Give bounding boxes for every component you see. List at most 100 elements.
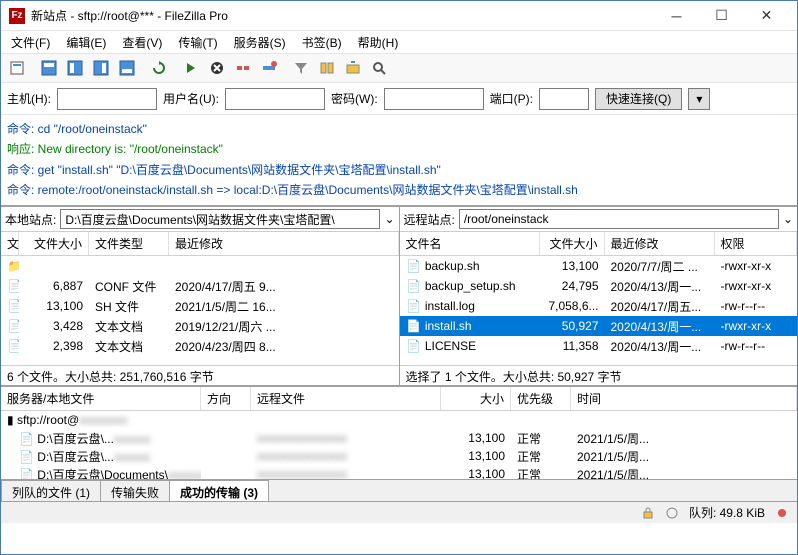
menu-server[interactable]: 服务器(S) xyxy=(228,32,292,53)
list-item[interactable]: 📄 LICENSE11,3582020/4/13/周一...-rw-r--r-- xyxy=(400,336,798,356)
local-site-label: 本地站点: xyxy=(5,211,56,228)
tab-queued[interactable]: 列队的文件 (1) xyxy=(1,480,101,501)
queue-row[interactable]: 📄 D:\百度云盘\...xxxxxxxxxxxxxxxxxxxxx13,100… xyxy=(1,447,797,465)
file-icon: 📄 xyxy=(7,279,19,293)
col-time[interactable]: 时间 xyxy=(571,387,797,410)
file-icon: 📄 xyxy=(406,319,422,333)
remote-file-list[interactable]: 文件名 文件大小 最近修改 权限 📄 backup.sh13,1002020/7… xyxy=(400,231,798,365)
refresh-icon[interactable] xyxy=(147,56,171,80)
toolbar xyxy=(1,53,797,83)
log-line: 命令: get "install.sh" "D:\百度云盘\Documents\… xyxy=(7,160,791,180)
file-icon: 📄 xyxy=(406,259,422,273)
file-icon: 📄 xyxy=(7,339,19,353)
log-line: 命令: remote:/root/oneinstack/install.sh =… xyxy=(7,180,791,200)
site-manager-icon[interactable] xyxy=(5,56,29,80)
file-icon: 📄 xyxy=(406,299,422,313)
host-label: 主机(H): xyxy=(7,90,51,107)
file-icon: 📄 xyxy=(406,279,422,293)
col-name[interactable]: 文 xyxy=(1,232,19,255)
file-icon: 📄 xyxy=(406,339,422,353)
filter-icon[interactable] xyxy=(289,56,313,80)
search-icon[interactable] xyxy=(367,56,391,80)
remote-site-label: 远程站点: xyxy=(404,211,455,228)
queue-server-row[interactable]: ▮ sftp://root@xxxxxxxx xyxy=(1,411,797,429)
list-item[interactable]: 📄 backup.sh13,1002020/7/7/周二 ...-rwxr-xr… xyxy=(400,256,798,276)
message-log[interactable]: 命令: cd "/root/oneinstack"响应: New directo… xyxy=(1,115,797,207)
window-title: 新站点 - sftp://root@*** - FileZilla Pro xyxy=(31,7,654,24)
toggle-queue-icon[interactable] xyxy=(115,56,139,80)
transfer-queue: 服务器/本地文件 方向 远程文件 大小 优先级 时间 ▮ sftp://root… xyxy=(1,385,797,479)
col-size[interactable]: 文件大小 xyxy=(540,232,605,255)
col-remote[interactable]: 远程文件 xyxy=(251,387,441,410)
port-label: 端口(P): xyxy=(490,90,533,107)
log-line: 响应: New directory is: "/root/oneinstack" xyxy=(7,139,791,159)
list-item[interactable]: 📄 install.log7,058,6...2020/4/17/周五...-r… xyxy=(400,296,798,316)
tab-failed[interactable]: 传输失败 xyxy=(100,480,170,501)
maximize-button[interactable]: ☐ xyxy=(699,2,744,30)
file-icon: 📁 xyxy=(7,259,19,273)
cancel-icon[interactable] xyxy=(205,56,229,80)
dropdown-icon[interactable]: ⌄ xyxy=(783,212,793,226)
col-priority[interactable]: 优先级 xyxy=(511,387,571,410)
queue-row[interactable]: 📄 D:\百度云盘\...xxxxxxxxxxxxxxxxxxxxx13,100… xyxy=(1,429,797,447)
remote-path-input[interactable] xyxy=(459,209,779,229)
col-name[interactable]: 文件名 xyxy=(400,232,540,255)
titlebar: Fz 新站点 - sftp://root@*** - FileZilla Pro… xyxy=(1,1,797,31)
menu-help[interactable]: 帮助(H) xyxy=(352,32,405,53)
remote-pane: 远程站点: ⌄ 文件名 文件大小 最近修改 权限 📄 backup.sh13,1… xyxy=(400,207,798,385)
compare-icon[interactable] xyxy=(315,56,339,80)
toggle-log-icon[interactable] xyxy=(37,56,61,80)
list-item[interactable]: 📄 backup_setup.sh24,7952020/4/13/周一...-r… xyxy=(400,276,798,296)
lock-icon xyxy=(641,506,655,520)
list-item[interactable]: 📄6,887CONF 文件2020/4/17/周五 9... xyxy=(1,276,399,296)
host-input[interactable] xyxy=(57,88,157,110)
statusbar: 队列: 49.8 KiB xyxy=(1,501,797,523)
log-line: 命令: cd "/root/oneinstack" xyxy=(7,119,791,139)
list-item[interactable]: 📄2,398文本文档2020/4/23/周四 8... xyxy=(1,336,399,356)
col-modified[interactable]: 最近修改 xyxy=(169,232,399,255)
col-size[interactable]: 文件大小 xyxy=(19,232,89,255)
col-perm[interactable]: 权限 xyxy=(715,232,798,255)
menu-transfer[interactable]: 传输(T) xyxy=(172,32,223,53)
local-file-list[interactable]: 文 文件大小 文件类型 最近修改 📁 📄6,887CONF 文件2020/4/17… xyxy=(1,231,399,365)
queue-tabs: 列队的文件 (1) 传输失败 成功的传输 (3) xyxy=(1,479,797,501)
quickconnect-button[interactable]: 快速连接(Q) xyxy=(595,88,682,110)
tab-success[interactable]: 成功的传输 (3) xyxy=(169,480,269,501)
col-local[interactable]: 服务器/本地文件 xyxy=(1,387,201,410)
process-queue-icon[interactable] xyxy=(179,56,203,80)
file-icon: 📄 xyxy=(7,299,19,313)
close-button[interactable]: ✕ xyxy=(744,2,789,30)
menu-view[interactable]: 查看(V) xyxy=(116,32,168,53)
col-modified[interactable]: 最近修改 xyxy=(605,232,715,255)
pass-input[interactable] xyxy=(384,88,484,110)
user-input[interactable] xyxy=(225,88,325,110)
list-item[interactable]: 📄3,428文本文档2019/12/21/周六 ... xyxy=(1,316,399,336)
remote-status: 选择了 1 个文件。大小总共: 50,927 字节 xyxy=(400,365,798,385)
app-icon: Fz xyxy=(9,8,25,24)
local-status: 6 个文件。大小总共: 251,760,516 字节 xyxy=(1,365,399,385)
col-dir[interactable]: 方向 xyxy=(201,387,251,410)
dropdown-icon[interactable]: ⌄ xyxy=(384,212,394,226)
port-input[interactable] xyxy=(539,88,589,110)
pass-label: 密码(W): xyxy=(331,90,378,107)
disconnect-icon[interactable] xyxy=(231,56,255,80)
toggle-remote-tree-icon[interactable] xyxy=(89,56,113,80)
local-path-input[interactable] xyxy=(60,209,380,229)
local-pane: 本地站点: ⌄ 文 文件大小 文件类型 最近修改 📁 📄6,887CONF 文件2… xyxy=(1,207,400,385)
status-dot-icon xyxy=(775,506,789,520)
toggle-local-tree-icon[interactable] xyxy=(63,56,87,80)
menu-edit[interactable]: 编辑(E) xyxy=(60,32,112,53)
sync-browse-icon[interactable] xyxy=(341,56,365,80)
list-item[interactable]: 📄 install.sh50,9272020/4/13/周一...-rwxr-x… xyxy=(400,316,798,336)
quickconnect-dropdown[interactable]: ▾ xyxy=(688,88,710,110)
server-icon: ▮ xyxy=(7,413,14,427)
col-qsize[interactable]: 大小 xyxy=(441,387,511,410)
queue-row[interactable]: 📄 D:\百度云盘\Documents\xxxxxxxxxxxxxxxxxxxx… xyxy=(1,465,797,479)
minimize-button[interactable]: ─ xyxy=(654,2,699,30)
list-item[interactable]: 📁 xyxy=(1,256,399,276)
menu-file[interactable]: 文件(F) xyxy=(5,32,56,53)
col-type[interactable]: 文件类型 xyxy=(89,232,169,255)
list-item[interactable]: 📄13,100SH 文件2021/1/5/周二 16... xyxy=(1,296,399,316)
reconnect-icon[interactable] xyxy=(257,56,281,80)
menu-bookmarks[interactable]: 书签(B) xyxy=(296,32,348,53)
